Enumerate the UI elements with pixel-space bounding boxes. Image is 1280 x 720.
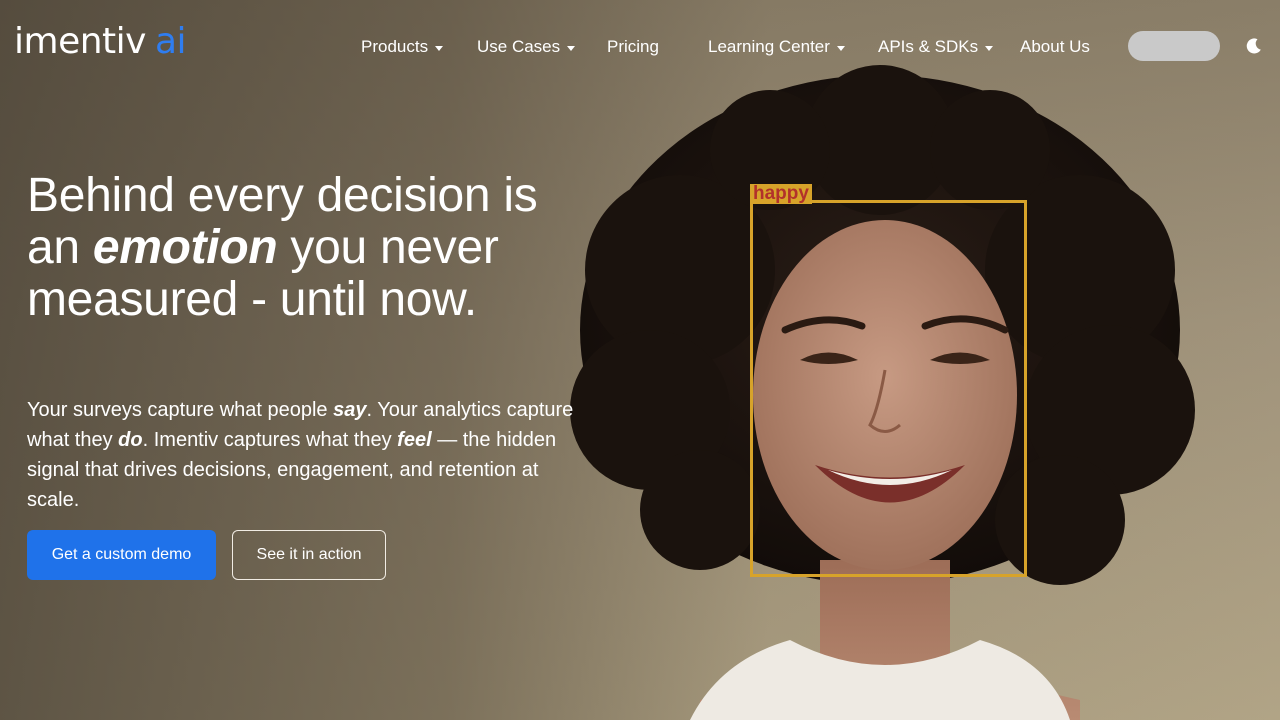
moon-icon[interactable]: [1245, 37, 1263, 55]
see-in-action-button[interactable]: See it in action: [232, 530, 386, 580]
hero-sub-p3: . Imentiv captures what they: [142, 429, 398, 451]
nav-pricing-label: Pricing: [607, 37, 659, 56]
nav-pricing[interactable]: Pricing: [607, 37, 659, 57]
hero-sub-say: say: [333, 399, 367, 421]
get-demo-button[interactable]: Get a custom demo: [27, 530, 216, 580]
nav-learning-center-label: Learning Center: [708, 37, 830, 56]
hero-subtitle: Your surveys capture what people say. Yo…: [27, 395, 587, 515]
hero-title-emphasis: emotion: [92, 221, 278, 274]
nav-products[interactable]: Products: [361, 37, 444, 57]
nav-learning-center[interactable]: Learning Center: [708, 37, 845, 57]
chevron-down-icon: [435, 45, 444, 51]
hero-sub-do: do: [118, 429, 143, 451]
hero-sub-p1: Your surveys capture what people: [27, 399, 334, 421]
nav-about-us-label: About Us: [1020, 37, 1090, 56]
nav-about-us[interactable]: About Us: [1020, 37, 1090, 57]
face-detection-box: [750, 200, 1027, 577]
chevron-down-icon: [567, 45, 576, 51]
emotion-label: happy: [750, 184, 812, 204]
nav-apis-sdks[interactable]: APIs & SDKs: [878, 37, 994, 57]
hero-title: Behind every decision is an emotion you …: [27, 170, 587, 326]
main-nav: Products Use Cases Pricing Learning Cent…: [0, 36, 1280, 58]
site-header: imentiv ai Products Use Cases Pricing Le…: [0, 0, 1280, 92]
nav-apis-sdks-label: APIs & SDKs: [878, 37, 979, 56]
nav-use-cases-label: Use Cases: [477, 37, 561, 56]
chevron-down-icon: [836, 45, 845, 51]
nav-products-label: Products: [361, 37, 429, 56]
chevron-down-icon: [985, 45, 994, 51]
hero-photo: [0, 0, 1280, 720]
account-button[interactable]: [1128, 31, 1220, 61]
hero-sub-feel: feel: [397, 429, 432, 451]
nav-use-cases[interactable]: Use Cases: [477, 37, 576, 57]
